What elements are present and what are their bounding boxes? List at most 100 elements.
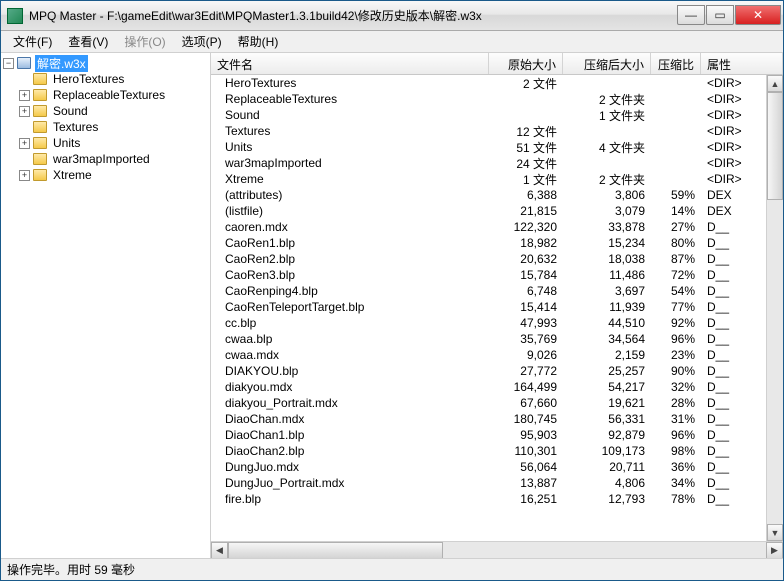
tree-item[interactable]: +Xtreme (1, 167, 210, 183)
cell-ratio: 28% (651, 396, 701, 410)
cell-comp: 2,159 (563, 348, 651, 362)
tree-item[interactable]: +Sound (1, 103, 210, 119)
expand-icon[interactable]: + (19, 90, 30, 101)
collapse-icon[interactable]: − (3, 58, 14, 69)
menu-operate[interactable]: 操作(O) (116, 31, 173, 52)
tree-panel[interactable]: − 解密.w3x HeroTextures + ReplaceableTexture… (1, 53, 211, 558)
table-row[interactable]: HeroTextures2 文件<DIR> (211, 75, 766, 91)
table-row[interactable]: cwaa.blp35,76934,56496%D__ (211, 331, 766, 347)
table-row[interactable]: DIAKYOU.blp27,77225,25790%D__ (211, 363, 766, 379)
table-row[interactable]: DiaoChan1.blp95,90392,87996%D__ (211, 427, 766, 443)
expand-icon[interactable]: + (19, 106, 30, 117)
maximize-button[interactable]: ▭ (706, 5, 734, 25)
cell-ratio: 14% (651, 204, 701, 218)
col-attr[interactable]: 属性 (701, 53, 783, 74)
cell-name: DungJuo_Portrait.mdx (211, 476, 489, 490)
table-row[interactable]: fire.blp16,25112,79378%D__ (211, 491, 766, 507)
menu-view[interactable]: 查看(V) (60, 31, 116, 52)
vertical-scrollbar[interactable]: ▲ ▼ (766, 75, 783, 541)
tree-item[interactable]: HeroTextures (1, 71, 210, 87)
vscroll-thumb[interactable] (767, 92, 783, 200)
col-orig[interactable]: 原始大小 (489, 53, 563, 74)
table-row[interactable]: cwaa.mdx9,0262,15923%D__ (211, 347, 766, 363)
list-wrap: HeroTextures2 文件<DIR>ReplaceableTextures… (211, 75, 783, 541)
col-ratio[interactable]: 压缩比 (651, 53, 701, 74)
table-row[interactable]: caoren.mdx122,32033,87827%D__ (211, 219, 766, 235)
menu-help[interactable]: 帮助(H) (230, 31, 287, 52)
table-row[interactable]: CaoRenTeleportTarget.blp15,41411,93977%D… (211, 299, 766, 315)
cell-attr: <DIR> (701, 140, 766, 154)
table-row[interactable]: Textures12 文件<DIR> (211, 123, 766, 139)
table-row[interactable]: diakyou_Portrait.mdx67,66019,62128%D__ (211, 395, 766, 411)
table-row[interactable]: diakyou.mdx164,49954,21732%D__ (211, 379, 766, 395)
cell-name: diakyou.mdx (211, 380, 489, 394)
table-row[interactable]: (listfile)21,8153,07914%DEX (211, 203, 766, 219)
col-name[interactable]: 文件名 (211, 53, 489, 74)
table-row[interactable]: Sound1 文件夹<DIR> (211, 107, 766, 123)
cell-attr: D__ (701, 252, 766, 266)
table-row[interactable]: CaoRen3.blp15,78411,48672%D__ (211, 267, 766, 283)
cell-attr: D__ (701, 284, 766, 298)
cell-name: CaoRen1.blp (211, 236, 489, 250)
close-button[interactable]: ✕ (735, 5, 781, 25)
cell-comp: 25,257 (563, 364, 651, 378)
cell-ratio: 54% (651, 284, 701, 298)
cell-comp: 1 文件夹 (563, 107, 651, 124)
cell-ratio: 96% (651, 428, 701, 442)
scroll-right-icon[interactable]: ▶ (766, 542, 783, 559)
scroll-left-icon[interactable]: ◀ (211, 542, 228, 559)
cell-comp: 4,806 (563, 476, 651, 490)
horizontal-scrollbar[interactable]: ◀ ▶ (211, 541, 783, 558)
cell-name: Textures (211, 124, 489, 138)
menu-option[interactable]: 选项(P) (174, 31, 230, 52)
cell-comp: 3,806 (563, 188, 651, 202)
tree-item[interactable]: + ReplaceableTextures (1, 87, 210, 103)
table-row[interactable]: (attributes)6,3883,80659%DEX (211, 187, 766, 203)
minimize-button[interactable]: — (677, 5, 705, 25)
tree-root[interactable]: − 解密.w3x (1, 55, 210, 71)
cell-name: war3mapImported (211, 156, 489, 170)
archive-icon (17, 57, 31, 69)
cell-orig: 110,301 (489, 444, 563, 458)
tree-root-label: 解密.w3x (35, 55, 88, 72)
cell-attr: D__ (701, 236, 766, 250)
table-row[interactable]: DungJuo_Portrait.mdx13,8874,80634%D__ (211, 475, 766, 491)
table-row[interactable]: DiaoChan.mdx180,74556,33131%D__ (211, 411, 766, 427)
table-row[interactable]: ReplaceableTextures2 文件夹<DIR> (211, 91, 766, 107)
tree-item-label: ReplaceableTextures (51, 88, 167, 102)
cell-comp: 11,939 (563, 300, 651, 314)
cell-ratio: 59% (651, 188, 701, 202)
hscroll-thumb[interactable] (228, 542, 443, 559)
cell-name: caoren.mdx (211, 220, 489, 234)
expand-icon[interactable]: + (19, 170, 30, 181)
hscroll-track[interactable] (228, 542, 766, 559)
tree-item[interactable]: war3mapImported (1, 151, 210, 167)
window: MPQ Master - F:\gameEdit\war3Edit\MPQMas… (0, 0, 784, 581)
scroll-up-icon[interactable]: ▲ (767, 75, 783, 92)
table-row[interactable]: DiaoChan2.blp110,301109,17398%D__ (211, 443, 766, 459)
cell-name: Xtreme (211, 172, 489, 186)
cell-attr: D__ (701, 396, 766, 410)
cell-comp: 19,621 (563, 396, 651, 410)
vscroll-track[interactable] (767, 92, 783, 524)
table-row[interactable]: CaoRen1.blp18,98215,23480%D__ (211, 235, 766, 251)
table-row[interactable]: CaoRenping4.blp6,7483,69754%D__ (211, 283, 766, 299)
scroll-down-icon[interactable]: ▼ (767, 524, 783, 541)
cell-orig: 56,064 (489, 460, 563, 474)
table-row[interactable]: cc.blp47,99344,51092%D__ (211, 315, 766, 331)
table-row[interactable]: Xtreme1 文件2 文件夹<DIR> (211, 171, 766, 187)
cell-orig: 6,748 (489, 284, 563, 298)
list-body[interactable]: HeroTextures2 文件<DIR>ReplaceableTextures… (211, 75, 766, 541)
cell-ratio: 78% (651, 492, 701, 506)
cell-comp: 44,510 (563, 316, 651, 330)
col-comp[interactable]: 压缩后大小 (563, 53, 651, 74)
tree-item[interactable]: Textures (1, 119, 210, 135)
table-row[interactable]: Units51 文件4 文件夹<DIR> (211, 139, 766, 155)
table-row[interactable]: DungJuo.mdx56,06420,71136%D__ (211, 459, 766, 475)
cell-attr: <DIR> (701, 76, 766, 90)
table-row[interactable]: CaoRen2.blp20,63218,03887%D__ (211, 251, 766, 267)
table-row[interactable]: war3mapImported24 文件<DIR> (211, 155, 766, 171)
tree-item[interactable]: +Units (1, 135, 210, 151)
menu-file[interactable]: 文件(F) (5, 31, 60, 52)
expand-icon[interactable]: + (19, 138, 30, 149)
